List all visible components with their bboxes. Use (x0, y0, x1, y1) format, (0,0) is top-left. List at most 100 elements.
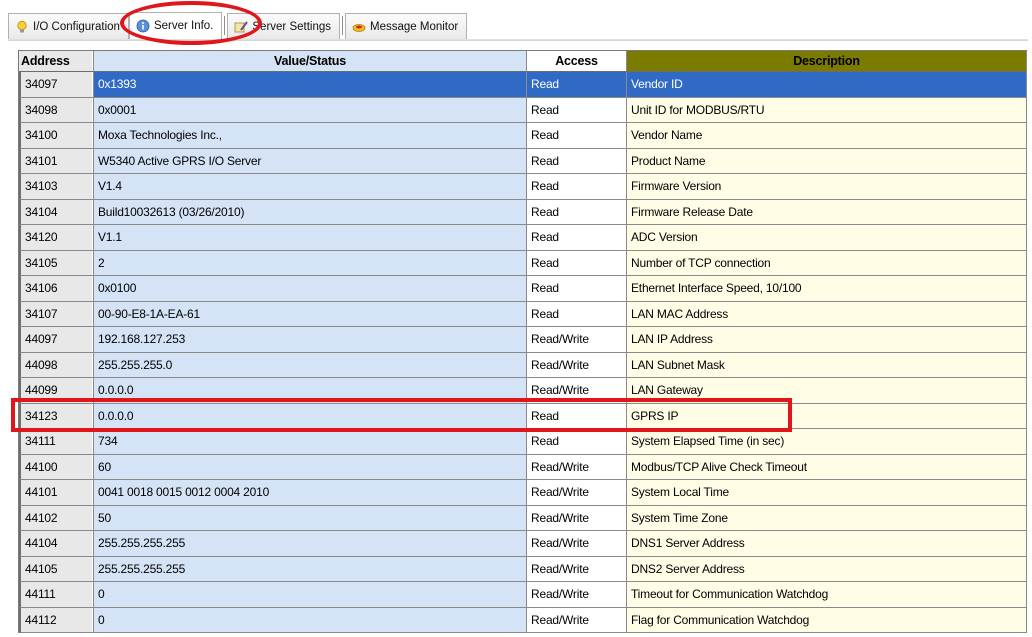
table-row[interactable]: 44104 255.255.255.255 Read/Write DNS1 Serve… (19, 531, 1027, 557)
description-cell[interactable]: System Time Zone (627, 505, 1027, 531)
description-cell[interactable]: Firmware Release Date (627, 199, 1027, 225)
address-cell[interactable]: 34107 (19, 301, 94, 327)
value-status-cell[interactable]: 0041 0018 0015 0012 0004 2010 (94, 480, 527, 506)
description-cell[interactable]: LAN Gateway (627, 378, 1027, 404)
value-status-cell[interactable]: Build10032613 (03/26/2010) (94, 199, 527, 225)
access-cell[interactable]: Read/Write (527, 327, 627, 353)
table-row[interactable]: 44112 0 Read/Write Flag for Communication W… (19, 607, 1027, 633)
address-cell[interactable]: 44098 (19, 352, 94, 378)
access-cell[interactable]: Read (527, 225, 627, 251)
table-row[interactable]: 44097 192.168.127.253 Read/Write LAN IP Add… (19, 327, 1027, 353)
value-status-cell[interactable]: 0x0001 (94, 97, 527, 123)
access-cell[interactable]: Read/Write (527, 531, 627, 557)
value-status-cell[interactable]: 0x1393 (94, 72, 527, 98)
table-row[interactable]: 44111 0 Read/Write Timeout for Communicatio… (19, 582, 1027, 608)
table-row[interactable]: 34123 0.0.0.0 Read GPRS IP (19, 403, 1027, 429)
value-status-cell[interactable]: 734 (94, 429, 527, 455)
address-cell[interactable]: 34100 (19, 123, 94, 149)
value-status-cell[interactable]: 255.255.255.255 (94, 556, 527, 582)
description-cell[interactable]: DNS2 Server Address (627, 556, 1027, 582)
address-cell[interactable]: 34105 (19, 250, 94, 276)
access-cell[interactable]: Read (527, 301, 627, 327)
table-row[interactable]: 34100 Moxa Technologies Inc., Read Vendor N… (19, 123, 1027, 149)
access-cell[interactable]: Read (527, 403, 627, 429)
table-row[interactable]: 34104 Build10032613 (03/26/2010) Read Firmw… (19, 199, 1027, 225)
tab-io-configuration[interactable]: I/O Configuration (8, 13, 129, 39)
address-cell[interactable]: 34120 (19, 225, 94, 251)
access-cell[interactable]: Read (527, 429, 627, 455)
column-header-access[interactable]: Access (527, 51, 627, 72)
address-cell[interactable]: 34104 (19, 199, 94, 225)
tab-server-info[interactable]: Server Info. (128, 12, 223, 39)
address-cell[interactable]: 44099 (19, 378, 94, 404)
access-cell[interactable]: Read/Write (527, 454, 627, 480)
access-cell[interactable]: Read (527, 174, 627, 200)
tab-message-monitor[interactable]: Message Monitor (345, 13, 468, 39)
table-row[interactable]: 34098 0x0001 Read Unit ID for MODBUS/RTU (19, 97, 1027, 123)
value-status-cell[interactable]: 60 (94, 454, 527, 480)
access-cell[interactable]: Read/Write (527, 607, 627, 633)
value-status-cell[interactable]: 0 (94, 582, 527, 608)
description-cell[interactable]: LAN Subnet Mask (627, 352, 1027, 378)
table-row[interactable]: 44102 50 Read/Write System Time Zone (19, 505, 1027, 531)
address-cell[interactable]: 44097 (19, 327, 94, 353)
value-status-cell[interactable]: 0.0.0.0 (94, 378, 527, 404)
value-status-cell[interactable]: Moxa Technologies Inc., (94, 123, 527, 149)
address-cell[interactable]: 44112 (19, 607, 94, 633)
access-cell[interactable]: Read (527, 97, 627, 123)
description-cell[interactable]: Number of TCP connection (627, 250, 1027, 276)
column-header-value-status[interactable]: Value/Status (94, 51, 527, 72)
description-cell[interactable]: Product Name (627, 148, 1027, 174)
table-row[interactable]: 44105 255.255.255.255 Read/Write DNS2 Serve… (19, 556, 1027, 582)
description-cell[interactable]: Unit ID for MODBUS/RTU (627, 97, 1027, 123)
access-cell[interactable]: Read (527, 72, 627, 98)
table-row[interactable]: 34101 W5340 Active GPRS I/O Server Read Pro… (19, 148, 1027, 174)
table-row[interactable]: 34097 0x1393 Read Vendor ID (19, 72, 1027, 98)
address-cell[interactable]: 34106 (19, 276, 94, 302)
access-cell[interactable]: Read/Write (527, 582, 627, 608)
access-cell[interactable]: Read/Write (527, 352, 627, 378)
address-cell[interactable]: 44102 (19, 505, 94, 531)
description-cell[interactable]: Ethernet Interface Speed, 10/100 (627, 276, 1027, 302)
value-status-cell[interactable]: V1.1 (94, 225, 527, 251)
access-cell[interactable]: Read/Write (527, 505, 627, 531)
access-cell[interactable]: Read/Write (527, 378, 627, 404)
value-status-cell[interactable]: 255.255.255.255 (94, 531, 527, 557)
access-cell[interactable]: Read/Write (527, 556, 627, 582)
access-cell[interactable]: Read (527, 276, 627, 302)
description-cell[interactable]: DNS1 Server Address (627, 531, 1027, 557)
table-row[interactable]: 44101 0041 0018 0015 0012 0004 2010 Read/W… (19, 480, 1027, 506)
description-cell[interactable]: GPRS IP (627, 403, 1027, 429)
address-cell[interactable]: 34103 (19, 174, 94, 200)
description-cell[interactable]: Timeout for Communication Watchdog (627, 582, 1027, 608)
access-cell[interactable]: Read (527, 199, 627, 225)
value-status-cell[interactable]: 255.255.255.0 (94, 352, 527, 378)
access-cell[interactable]: Read (527, 123, 627, 149)
address-cell[interactable]: 44100 (19, 454, 94, 480)
value-status-cell[interactable]: 192.168.127.253 (94, 327, 527, 353)
table-row[interactable]: 44098 255.255.255.0 Read/Write LAN Subnet M… (19, 352, 1027, 378)
value-status-cell[interactable]: 0.0.0.0 (94, 403, 527, 429)
address-cell[interactable]: 34111 (19, 429, 94, 455)
value-status-cell[interactable]: V1.4 (94, 174, 527, 200)
description-cell[interactable]: LAN IP Address (627, 327, 1027, 353)
value-status-cell[interactable]: W5340 Active GPRS I/O Server (94, 148, 527, 174)
access-cell[interactable]: Read (527, 250, 627, 276)
description-cell[interactable]: LAN MAC Address (627, 301, 1027, 327)
description-cell[interactable]: ADC Version (627, 225, 1027, 251)
address-cell[interactable]: 34123 (19, 403, 94, 429)
address-cell[interactable]: 44111 (19, 582, 94, 608)
access-cell[interactable]: Read (527, 148, 627, 174)
table-row[interactable]: 34111 734 Read System Elapsed Time (in sec) (19, 429, 1027, 455)
value-status-cell[interactable]: 0 (94, 607, 527, 633)
tab-server-settings[interactable]: Server Settings (227, 13, 341, 39)
address-cell[interactable]: 34098 (19, 97, 94, 123)
address-cell[interactable]: 34101 (19, 148, 94, 174)
table-row[interactable]: 34105 2 Read Number of TCP connection (19, 250, 1027, 276)
description-cell[interactable]: System Local Time (627, 480, 1027, 506)
access-cell[interactable]: Read/Write (527, 480, 627, 506)
address-cell[interactable]: 44104 (19, 531, 94, 557)
value-status-cell[interactable]: 00-90-E8-1A-EA-61 (94, 301, 527, 327)
value-status-cell[interactable]: 2 (94, 250, 527, 276)
table-row[interactable]: 34106 0x0100 Read Ethernet Interface Speed,… (19, 276, 1027, 302)
